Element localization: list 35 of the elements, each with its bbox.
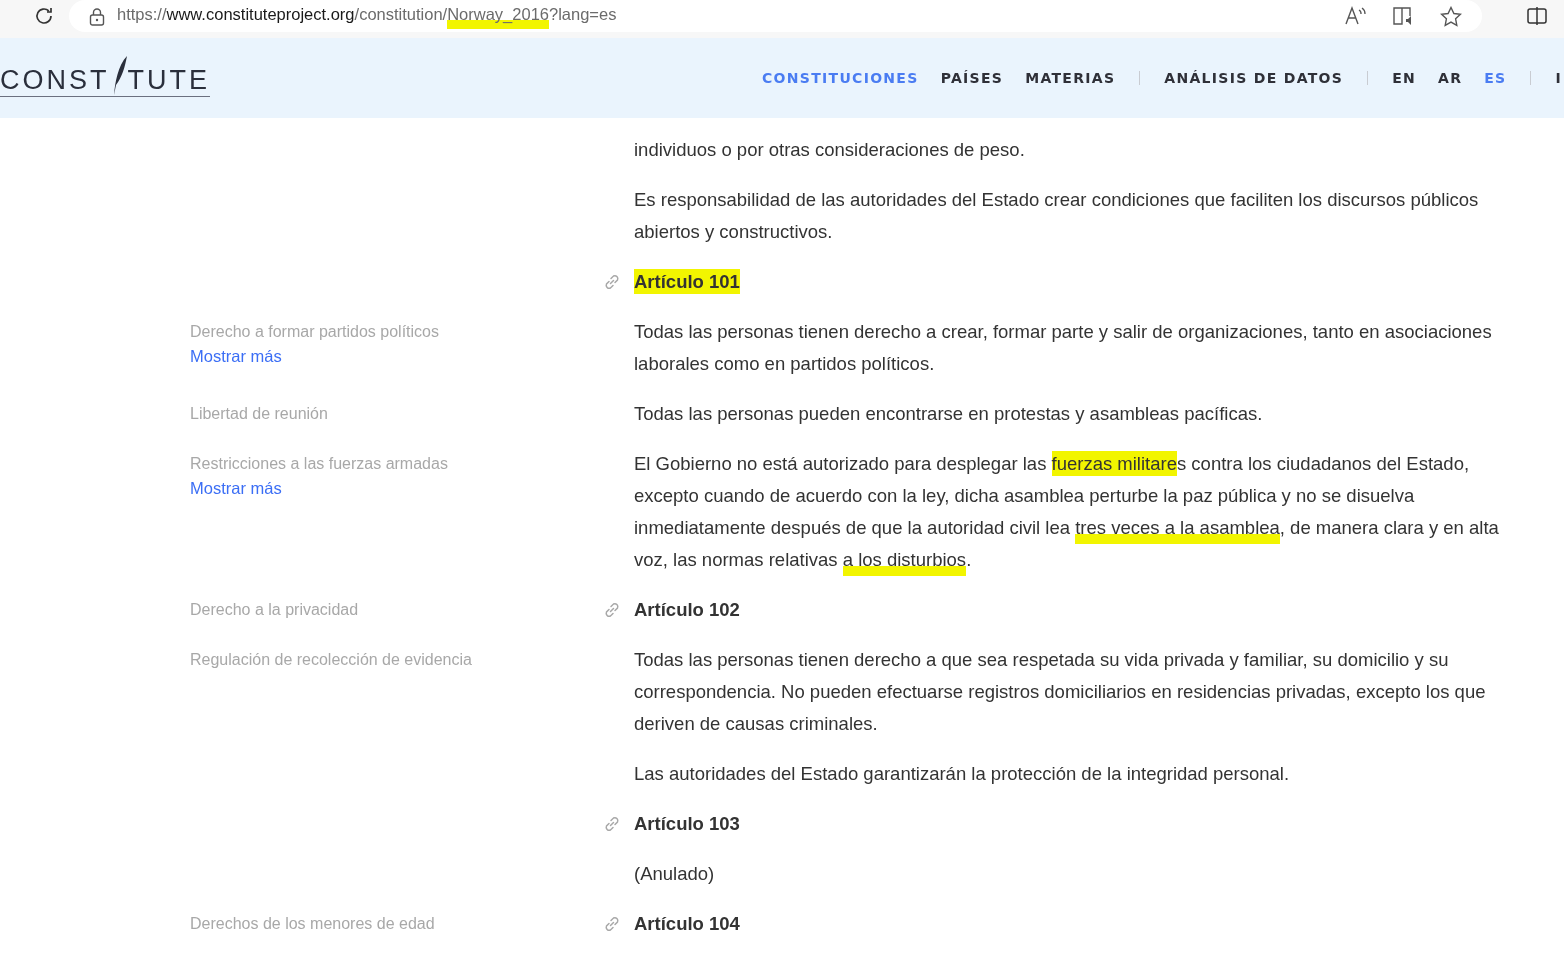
topic-label: Derecho a formar partidos políticos [190, 322, 440, 342]
star-icon[interactable] [1440, 5, 1462, 27]
nav-link[interactable]: MATERIAS [1025, 71, 1116, 85]
topic-label: Regulación de recolección de evidencia [190, 650, 473, 670]
show-more-link[interactable]: Mostrar más [190, 476, 282, 500]
article-paragraph: Todas las personas tienen derecho a crear, formar parte y salir de organizaciones, tanto en asociaciones laborales como en partidos políticos. [634, 320, 1493, 376]
nav-link[interactable]: PAÍSES [940, 71, 1004, 85]
nav-link[interactable]: EN [1392, 71, 1416, 85]
topic-label: Derechos de los menores de edad [190, 914, 436, 934]
read-aloud-icon[interactable] [1344, 6, 1368, 26]
topic-label: Restricciones a las fuerzas armadas [190, 454, 449, 474]
article-heading: Artículo 104 [634, 912, 741, 936]
topic-label: Derecho a la privacidad [190, 600, 360, 620]
topic-label: Libertad de reunión [190, 404, 329, 424]
show-more-link[interactable]: Mostrar más [190, 344, 282, 368]
article-paragraph: Las autoridades del Estado garantizarán la protección de la integridad personal. [634, 762, 1291, 786]
article-paragraph: individuos o por otras consideraciones de peso. [634, 138, 1026, 162]
url-text: https://www.constituteproject.org/constitution/Norway_2016?lang=es [117, 1, 617, 31]
article-heading: Artículo 102 [634, 598, 741, 622]
article-paragraph: Todas las personas pueden encontrarse en protestas y asambleas pacíficas. [634, 402, 1264, 426]
article-paragraph: Todas las personas tienen derecho a que sea respetada su vida privada y familiar, su domicilio y su correspondencia. No pueden efectuarse registros domiciliarios en residencias privadas, excepto los que deriven de causas criminales. [634, 648, 1487, 736]
logo-text: CONST [0, 65, 110, 95]
article-paragraph: (Anulado) [634, 862, 716, 886]
nav-link[interactable]: I [1555, 71, 1562, 85]
nav-link[interactable]: ANÁLISIS DE DATOS [1164, 71, 1344, 85]
reload-icon[interactable] [33, 5, 55, 27]
logo-text: TUTE [127, 65, 210, 95]
lock-icon[interactable] [89, 6, 105, 26]
site-logo[interactable]: CONST TUTE [0, 55, 210, 97]
article-heading: Artículo 103 [634, 812, 741, 836]
article-paragraph: Es responsabilidad de las autoridades del Estado crear condiciones que faciliten los discursos públicos abiertos y constructivos. [634, 188, 1480, 244]
split-screen-icon[interactable] [1526, 6, 1548, 26]
address-bar[interactable]: https://www.constituteproject.org/constitution/Norway_2016?lang=es [69, 0, 1482, 32]
nav-link[interactable]: AR [1438, 71, 1463, 85]
article-heading: Artículo 101 [634, 268, 741, 296]
